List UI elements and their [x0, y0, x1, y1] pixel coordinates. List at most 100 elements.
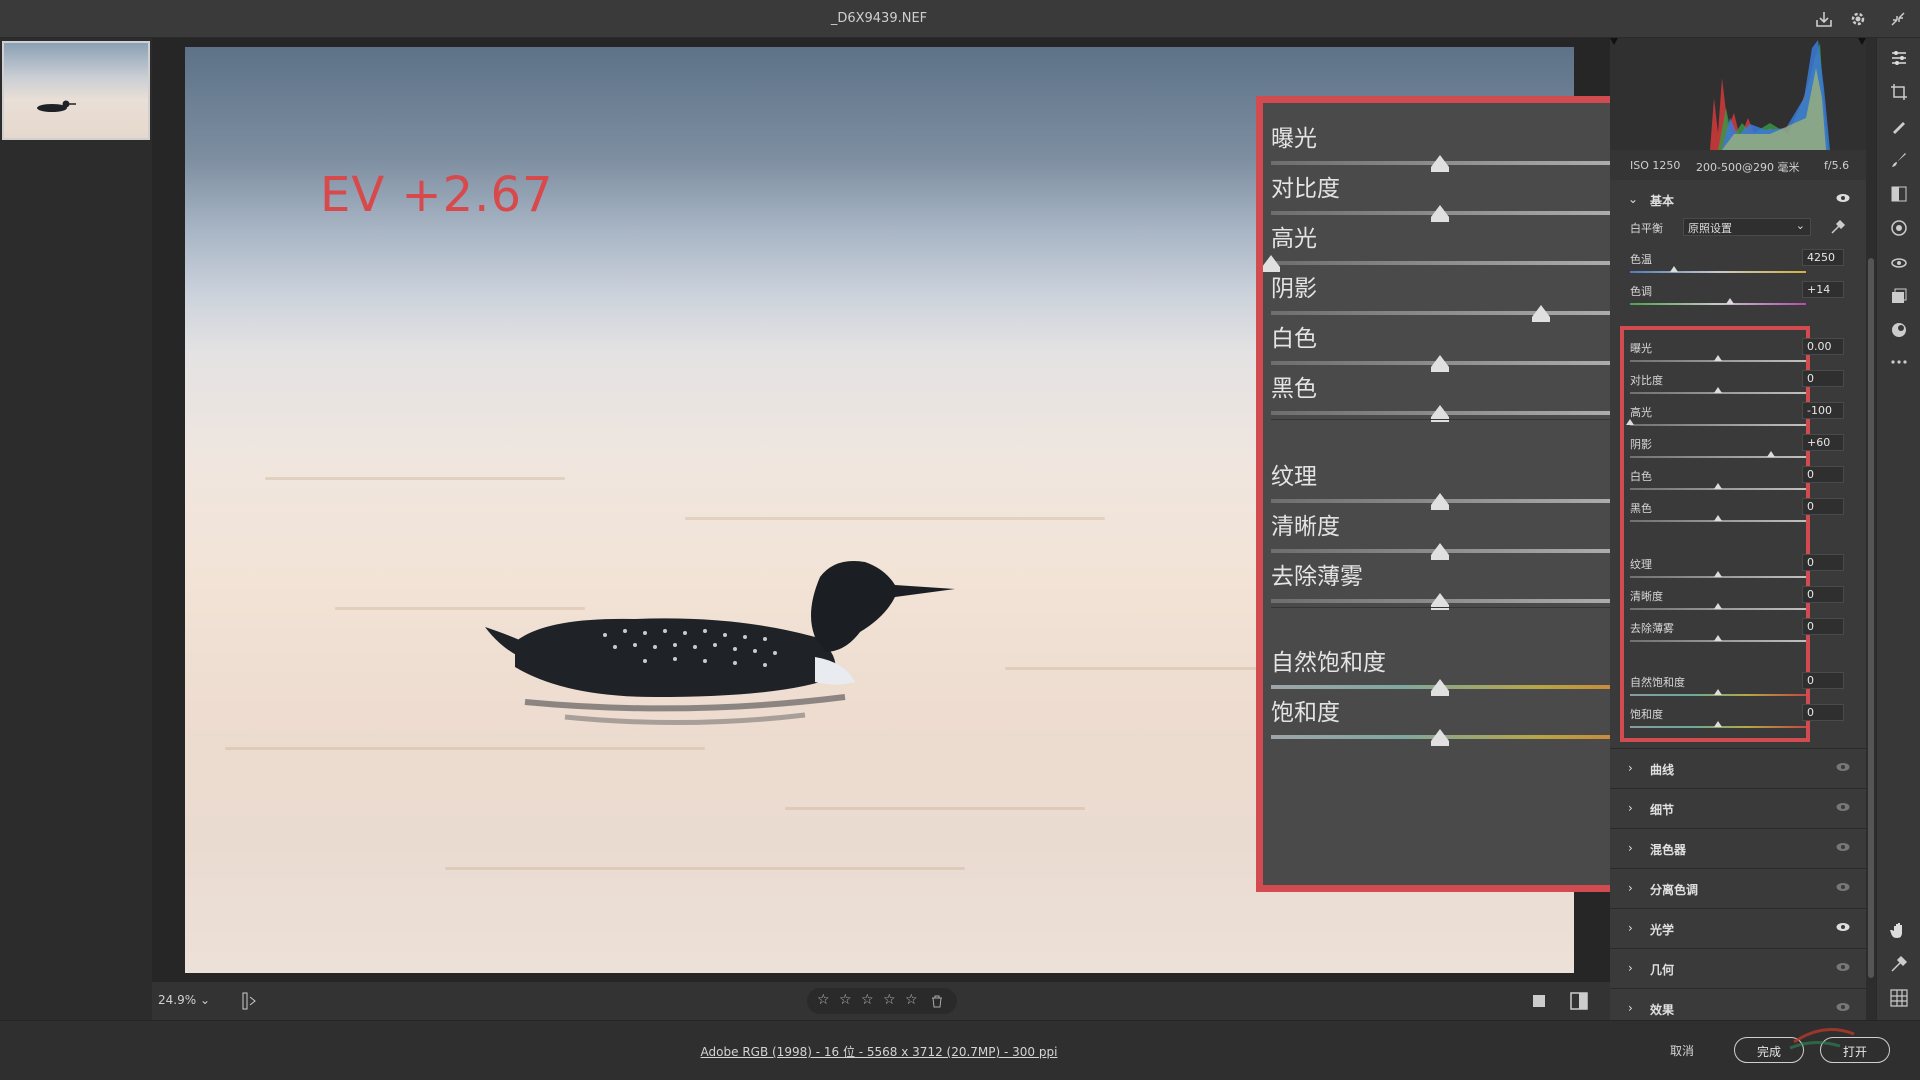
- workflow-options-link[interactable]: Adobe RGB (1998) - 16 位 - 5568 x 3712 (2…: [0, 1043, 1758, 1060]
- slider-thumb[interactable]: [1670, 266, 1678, 272]
- filmstrip-toggle-icon[interactable]: [242, 992, 258, 1010]
- scroll-thumb[interactable]: [1868, 258, 1874, 978]
- eyedropper-icon[interactable]: [1830, 219, 1846, 235]
- slider-value[interactable]: 0: [1802, 466, 1844, 483]
- zoom-slider-label: 饱和度: [1271, 700, 1340, 726]
- slider-thumb[interactable]: [1714, 635, 1722, 641]
- slider-label: 纹理: [1630, 558, 1652, 571]
- slider-value[interactable]: 4250: [1802, 249, 1844, 266]
- healing-brush-icon[interactable]: [1889, 116, 1909, 136]
- hand-tool-icon[interactable]: [1889, 920, 1909, 940]
- section-header[interactable]: › 分离色调: [1610, 868, 1866, 907]
- brush-icon[interactable]: [1889, 150, 1909, 170]
- loon-bird-image: [485, 561, 955, 726]
- star-icon[interactable]: ☆: [817, 992, 830, 1008]
- slider-thumb[interactable]: [1767, 451, 1775, 457]
- section-basic[interactable]: ⌄ 基本: [1610, 180, 1866, 219]
- zoom-slider-thumb[interactable]: [1431, 405, 1449, 422]
- star-icon[interactable]: ☆: [883, 992, 896, 1008]
- section-header[interactable]: › 曲线: [1610, 748, 1866, 787]
- slider-track[interactable]: [1630, 303, 1806, 305]
- radial-filter-icon[interactable]: [1889, 218, 1909, 238]
- slider-value[interactable]: 0: [1802, 618, 1844, 635]
- gradient-icon[interactable]: [1889, 184, 1909, 204]
- slider-value[interactable]: 0: [1802, 370, 1844, 387]
- aperture-value: f/5.6: [1824, 159, 1850, 172]
- collapse-icon[interactable]: [1888, 9, 1908, 29]
- save-icon[interactable]: [1814, 9, 1834, 29]
- slider-thumb[interactable]: [1714, 603, 1722, 609]
- slider-thumb[interactable]: [1714, 571, 1722, 577]
- eye-icon[interactable]: [1836, 802, 1850, 812]
- star-icon[interactable]: ☆: [839, 992, 852, 1008]
- snapshot-icon[interactable]: [1889, 320, 1909, 340]
- section-header[interactable]: › 混色器: [1610, 828, 1866, 867]
- zoom-slider-thumb[interactable]: [1431, 729, 1449, 746]
- white-balance-select[interactable]: 原照设置 ⌄: [1683, 218, 1811, 236]
- section-header[interactable]: › 光学: [1610, 908, 1866, 947]
- chevron-right-icon: ›: [1628, 841, 1633, 855]
- slider-value[interactable]: 0.00: [1802, 338, 1844, 355]
- color-sampler-icon[interactable]: [1889, 954, 1909, 974]
- watermark-logo: [1789, 1028, 1855, 1050]
- before-after-icon[interactable]: [1570, 992, 1588, 1010]
- chevron-right-icon: ›: [1628, 961, 1633, 975]
- eye-icon[interactable]: [1836, 882, 1850, 892]
- slider-value[interactable]: 0: [1802, 672, 1844, 689]
- slider-value[interactable]: 0: [1802, 498, 1844, 515]
- slider-label: 高光: [1630, 406, 1652, 419]
- slider-track[interactable]: [1630, 271, 1806, 273]
- slider-value[interactable]: 0: [1802, 704, 1844, 721]
- eye-icon[interactable]: [1836, 922, 1850, 932]
- zoom-slider-thumb[interactable]: [1431, 593, 1449, 610]
- slider-label: 曝光: [1630, 342, 1652, 355]
- eye-icon[interactable]: [1836, 762, 1850, 772]
- section-header[interactable]: › 几何: [1610, 948, 1866, 987]
- presets-icon[interactable]: [1889, 286, 1909, 306]
- edit-sliders-icon[interactable]: [1889, 48, 1909, 68]
- zoom-level-select[interactable]: 24.9% ⌄: [158, 993, 210, 1007]
- section-header[interactable]: › 细节: [1610, 788, 1866, 827]
- star-icon[interactable]: ☆: [905, 992, 918, 1008]
- slider-value[interactable]: 0: [1802, 554, 1844, 571]
- slider-label: 对比度: [1630, 374, 1663, 387]
- grid-icon[interactable]: [1889, 988, 1909, 1008]
- eye-icon[interactable]: [1836, 842, 1850, 852]
- chevron-right-icon: ›: [1628, 1001, 1633, 1015]
- slider-thumb[interactable]: [1726, 298, 1734, 304]
- slider-thumb[interactable]: [1626, 419, 1634, 425]
- section-title: 光学: [1650, 923, 1675, 937]
- gear-icon[interactable]: [1848, 9, 1868, 29]
- iso-value: ISO 1250: [1630, 159, 1681, 172]
- chevron-right-icon: ›: [1628, 761, 1633, 775]
- eye-icon[interactable]: [1836, 193, 1850, 203]
- slider-thumb[interactable]: [1714, 721, 1722, 727]
- panel-scrollbar[interactable]: [1866, 38, 1876, 1020]
- red-eye-icon[interactable]: [1889, 252, 1909, 272]
- slider-value[interactable]: +14: [1802, 281, 1844, 298]
- star-icon[interactable]: ☆: [861, 992, 874, 1008]
- zoom-slider-label: 白色: [1271, 326, 1317, 352]
- section-title: 细节: [1650, 803, 1675, 817]
- slider-thumb[interactable]: [1714, 515, 1722, 521]
- lens-value: 200-500@290 毫米: [1696, 161, 1800, 174]
- slider-value[interactable]: -100: [1802, 402, 1844, 419]
- trash-icon[interactable]: [931, 995, 943, 1008]
- slider-value[interactable]: 0: [1802, 586, 1844, 603]
- slider-thumb[interactable]: [1714, 387, 1722, 393]
- slider-value[interactable]: +60: [1802, 434, 1844, 451]
- slider-thumb[interactable]: [1714, 355, 1722, 361]
- cancel-button[interactable]: 取消: [1670, 1042, 1694, 1059]
- slider-track[interactable]: [1630, 456, 1806, 458]
- eye-icon[interactable]: [1836, 962, 1850, 972]
- zoom-slider-label: 自然饱和度: [1271, 650, 1386, 676]
- slider-thumb[interactable]: [1714, 689, 1722, 695]
- eye-icon[interactable]: [1836, 1002, 1850, 1012]
- photo-thumbnail[interactable]: [2, 41, 150, 140]
- slider-track[interactable]: [1630, 424, 1806, 426]
- image-canvas[interactable]: EV +2.67 曝光0.00对比度0高光-100阴影+60白色0黑色0纹理0清…: [152, 38, 1773, 1018]
- slider-thumb[interactable]: [1714, 483, 1722, 489]
- single-view-icon[interactable]: [1532, 994, 1546, 1008]
- more-icon[interactable]: [1889, 352, 1909, 372]
- crop-icon[interactable]: [1889, 82, 1909, 102]
